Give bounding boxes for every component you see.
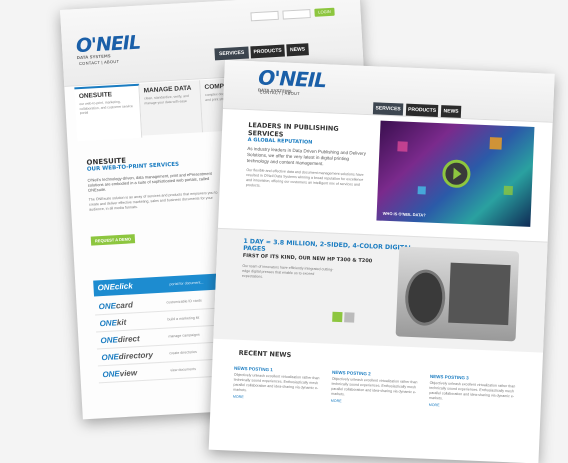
back-section: ONESUITE OUR WEB-TO-PRINT SERVICES O'Nei… [86, 151, 229, 213]
request-demo-button[interactable]: REQUEST A DEMO [90, 234, 136, 246]
back-login-username[interactable] [250, 10, 279, 22]
front-topnav-about[interactable]: ABOUT [285, 91, 300, 97]
tab-desc: our web-to-print, marketing, collaborati… [79, 99, 133, 116]
product-prefix: ONE [98, 301, 117, 312]
back-intro: O'Neil's technology-driven, data managem… [87, 170, 212, 193]
product-name: ONEdirectory [101, 350, 153, 362]
promo-band: 1 DAY = 3.8 MILLION, 2-SIDED, 4-COLOR DI… [213, 227, 548, 353]
news-title: RECENT NEWS [238, 348, 292, 360]
product-prefix: ONE [102, 369, 120, 380]
news-item-body: Objectively unleash excellent virtualiza… [233, 372, 320, 393]
promo-prev-button[interactable] [332, 311, 343, 323]
back-para2: The ONEsuite solution is an array of ser… [88, 190, 218, 212]
product-name: ONEview [102, 368, 137, 379]
product-suffix: view [119, 368, 138, 379]
tab-desc: clean, standardize, verify, and manage y… [143, 93, 189, 105]
back-list-header-desc: portal for document... [169, 280, 204, 287]
product-prefix: ONE [101, 352, 120, 363]
video-player[interactable]: WHO IS O'NEIL DATA? [376, 120, 535, 227]
product-desc: view documents [170, 366, 197, 373]
product-name: ONEdirect [100, 334, 140, 345]
video-pixel [397, 141, 408, 152]
product-desc: manage campaigns [168, 332, 200, 339]
front-page: O'NEIL DATA SYSTEMS CONTACT | ABOUT SERV… [208, 60, 555, 463]
video-pixel [503, 185, 513, 196]
back-topnav-about[interactable]: ABOUT [104, 59, 120, 65]
hero-body: As industry leaders in Data Driven Publi… [246, 146, 367, 167]
front-nav-news[interactable]: NEWS [440, 105, 462, 118]
product-desc: build a marketing kit [167, 315, 200, 322]
product-suffix: card [115, 300, 134, 311]
back-nav-products[interactable]: PRODUCTS [250, 44, 285, 59]
back-tab-manage-data[interactable]: MANAGE DATA clean, standardize, verify, … [139, 80, 204, 136]
printer-roll [404, 268, 447, 327]
hero-small: Our flexible and effective data and docu… [245, 167, 364, 188]
printer-body [448, 262, 511, 326]
news-item[interactable]: NEWS POSTING 3 Objectively unleash excel… [429, 374, 518, 411]
back-nav-services[interactable]: SERVICES [214, 46, 250, 61]
back-login-password[interactable] [282, 9, 311, 20]
front-hero: LEADERS IN PUBLISHING SERVICES A GLOBAL … [246, 121, 373, 193]
front-topnav-contact[interactable]: CONTACT [260, 89, 281, 95]
news-item-body: Objectively unleash excellent virtualiza… [331, 376, 418, 397]
promo-text: 1 DAY = 3.8 MILLION, 2-SIDED, 4-COLOR DI… [242, 238, 414, 286]
product-suffix: kit [116, 317, 127, 328]
front-nav-services[interactable]: SERVICES [372, 102, 404, 116]
video-caption: WHO IS O'NEIL DATA? [382, 210, 426, 218]
back-tab-onesuite[interactable]: ONESUITE our web-to-print, marketing, co… [74, 83, 143, 142]
product-suffix: directory [118, 350, 154, 362]
promo-next-button[interactable] [344, 312, 355, 323]
play-icon[interactable] [441, 159, 472, 189]
product-name: ONEkit [99, 318, 126, 328]
product-desc: create directories [169, 349, 197, 356]
product-suffix: direct [117, 334, 140, 345]
product-prefix: ONE [99, 318, 118, 329]
front-nav-products[interactable]: PRODUCTS [405, 103, 439, 117]
news-item-body: Objectively unleash excellent virtualiza… [428, 380, 516, 401]
back-login-button[interactable]: LOGIN [314, 7, 335, 17]
printer-image [395, 246, 520, 342]
video-pixel [417, 186, 426, 195]
back-logo[interactable]: O'NEIL DATA SYSTEMS [75, 32, 140, 61]
back-list-header-title: ONEclick [97, 281, 133, 293]
product-name: ONEcard [98, 300, 133, 311]
product-desc: customizable ID cards [166, 298, 202, 305]
news-item[interactable]: NEWS POSTING 1 Objectively unleash excel… [233, 366, 322, 403]
product-prefix: ONE [100, 335, 119, 346]
video-pixel [489, 137, 502, 150]
news-item[interactable]: NEWS POSTING 2 Objectively unleash excel… [331, 370, 420, 407]
back-nav-news[interactable]: NEWS [286, 43, 309, 57]
promo-body: Our team of innovators have efficiently … [241, 263, 334, 279]
